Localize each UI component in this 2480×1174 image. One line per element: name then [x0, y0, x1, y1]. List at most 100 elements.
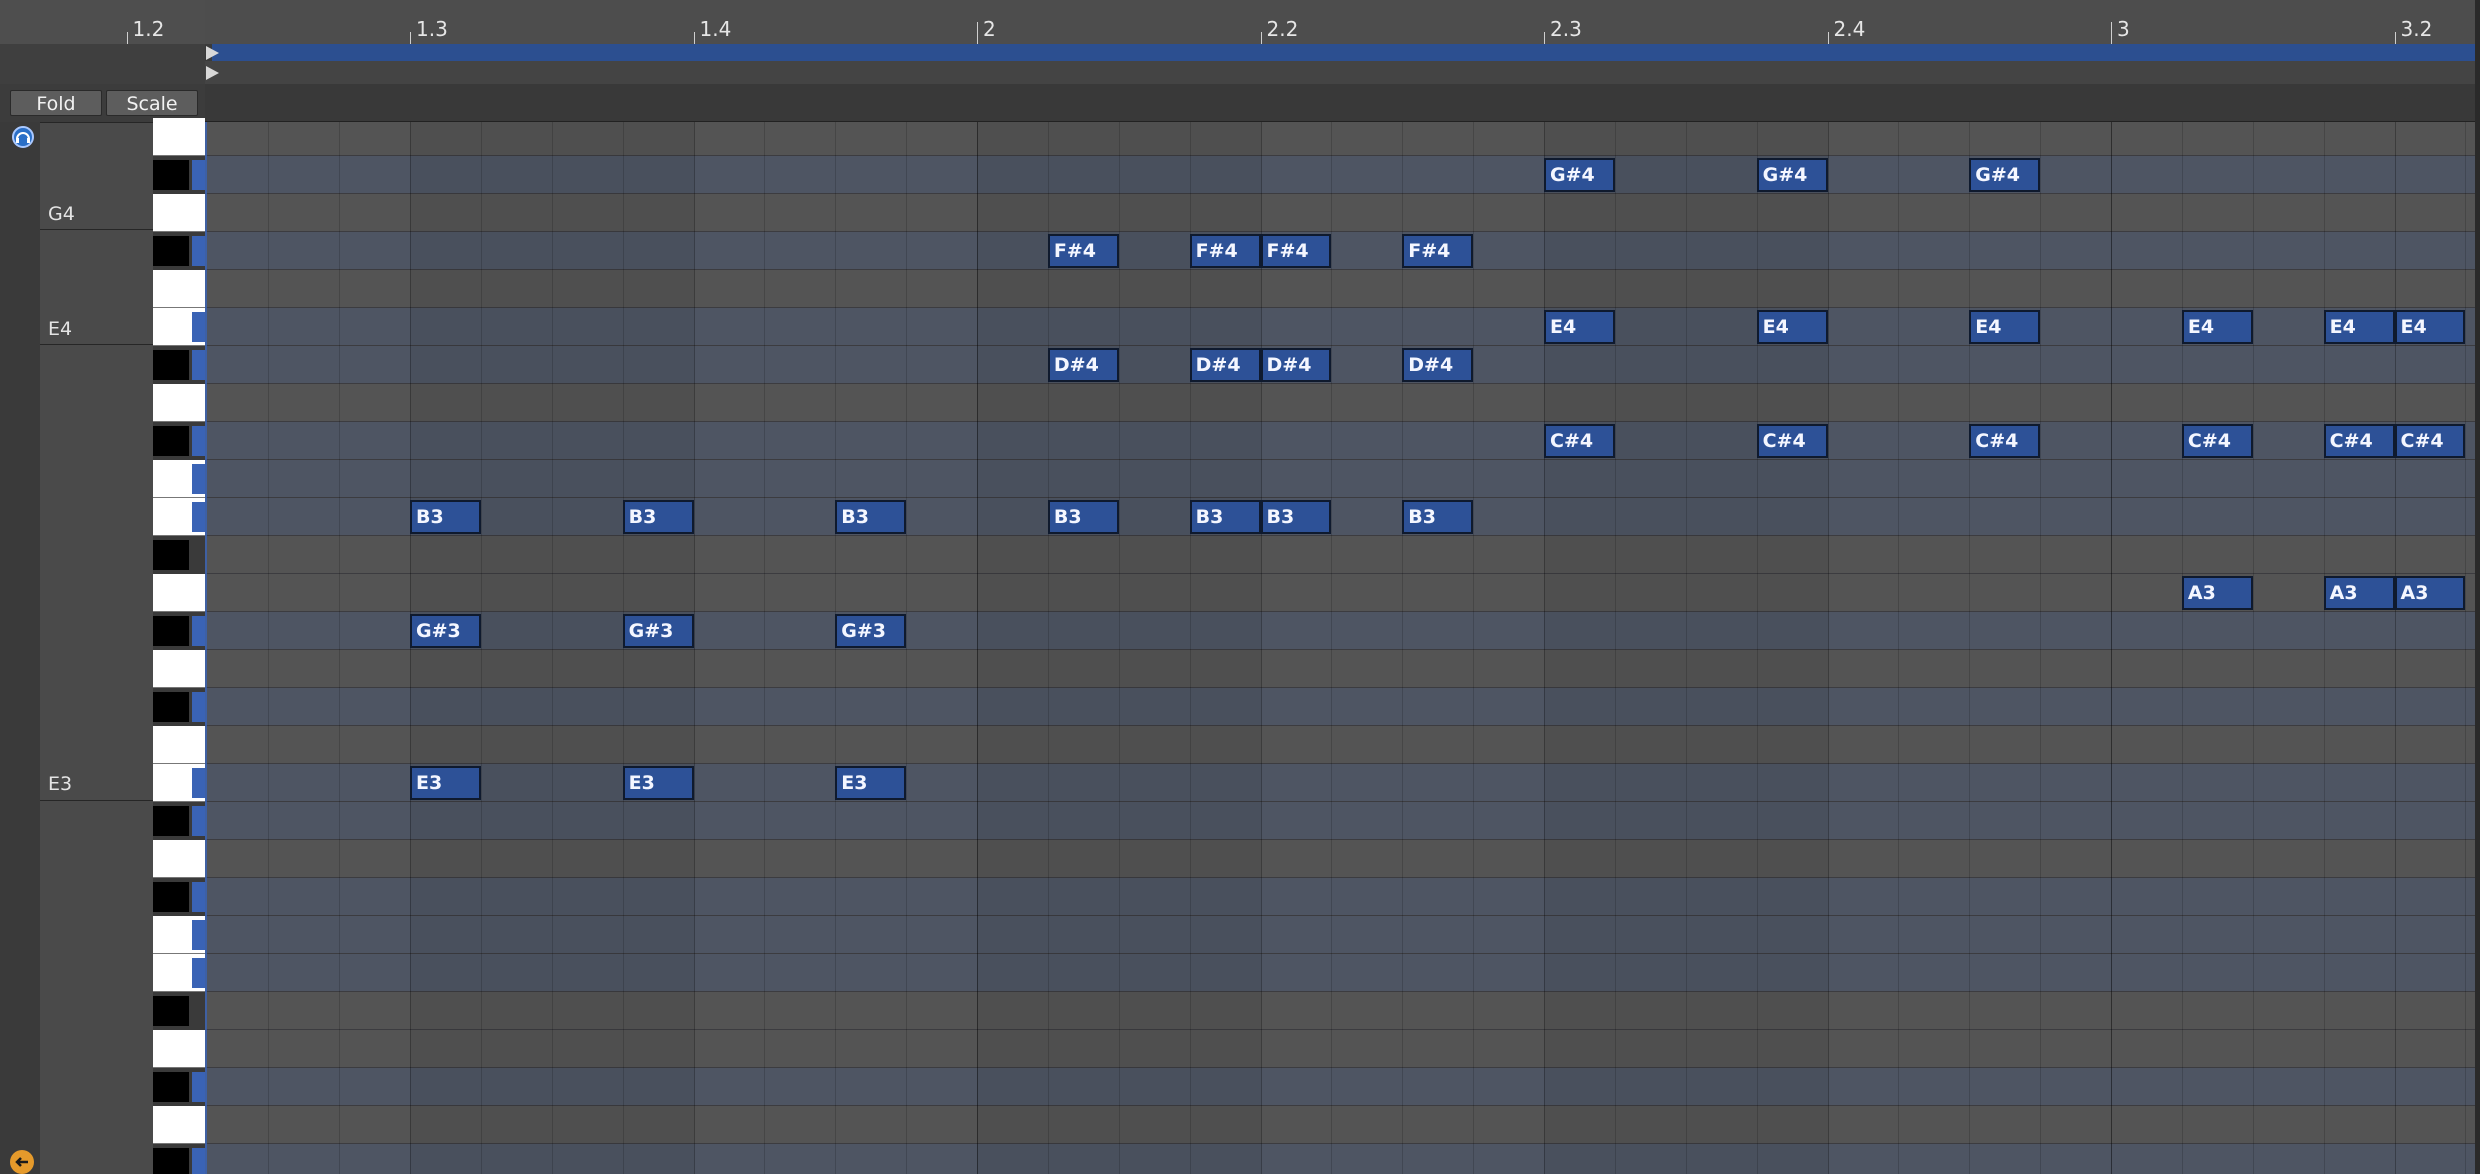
beat-ruler[interactable]: 11.21.31.422.22.32.433.23.33.444.24.34.4 [126, 0, 2475, 44]
midi-note[interactable]: B3 [1189, 500, 1261, 534]
midi-note[interactable]: G#4 [1969, 158, 2041, 192]
octave-label-g4: G4 [48, 203, 75, 225]
black-key[interactable] [153, 236, 189, 266]
octave-label-e4: E4 [48, 318, 73, 340]
white-key[interactable] [153, 650, 205, 688]
scale-key-marker [192, 920, 205, 950]
subdivision-line [1118, 122, 1120, 1174]
scale-key-marker [192, 312, 205, 342]
beat-line [410, 122, 411, 1174]
white-key[interactable] [153, 726, 205, 764]
black-key[interactable] [153, 996, 189, 1026]
midi-note[interactable]: A3 [2323, 576, 2395, 610]
midi-note[interactable]: E4 [1544, 310, 1615, 344]
white-key[interactable] [153, 1030, 205, 1068]
loop-brace[interactable] [212, 44, 2475, 61]
midi-note[interactable]: A3 [2181, 576, 2253, 610]
midi-note[interactable]: E4 [2323, 310, 2395, 344]
fold-button[interactable]: Fold [10, 90, 102, 116]
midi-note[interactable]: C#4 [1756, 424, 1828, 458]
midi-note[interactable]: A3 [2394, 576, 2466, 610]
midi-note[interactable]: G#3 [410, 614, 481, 648]
black-key[interactable] [153, 1072, 189, 1102]
octave-box-e4: E4 [40, 229, 153, 344]
loop-start-marker[interactable] [206, 46, 219, 60]
subdivision-line [1898, 122, 1900, 1174]
midi-note[interactable]: B3 [410, 500, 481, 534]
start-marker[interactable] [206, 66, 219, 80]
start-cursor [205, 122, 207, 1174]
midi-note[interactable]: F#4 [1047, 234, 1119, 268]
midi-note[interactable]: B3 [1047, 500, 1119, 534]
headphones-icon[interactable] [12, 126, 34, 148]
midi-note[interactable]: E4 [2394, 310, 2466, 344]
midi-note[interactable]: G#4 [1544, 158, 1615, 192]
black-key[interactable] [153, 616, 189, 646]
white-key[interactable] [153, 118, 205, 156]
subdivision-line [2465, 122, 2467, 1174]
scale-key-marker [192, 350, 205, 380]
white-key[interactable] [153, 574, 205, 612]
lane-header [205, 84, 2475, 122]
scale-button[interactable]: Scale [106, 90, 198, 116]
midi-note[interactable]: D#4 [1189, 348, 1261, 382]
black-key[interactable] [153, 1148, 189, 1174]
subdivision-line [2323, 122, 2325, 1174]
midi-note[interactable]: C#4 [2394, 424, 2466, 458]
white-key[interactable] [153, 1106, 205, 1144]
midi-note[interactable]: E4 [1969, 310, 2041, 344]
subdivision-line [764, 122, 766, 1174]
midi-note[interactable]: B3 [622, 500, 694, 534]
midi-note[interactable]: G#3 [622, 614, 694, 648]
scale-key-marker [192, 160, 205, 190]
side-column [0, 122, 40, 1174]
midi-note[interactable]: B3 [835, 500, 907, 534]
subdivision-line [1756, 122, 1758, 1174]
subdivision-line [1614, 122, 1616, 1174]
white-key[interactable] [153, 840, 205, 878]
black-key[interactable] [153, 160, 189, 190]
midi-note[interactable]: F#4 [1260, 234, 1332, 268]
marker-lane[interactable] [205, 61, 2475, 84]
piano-roll-editor: Fold Scale 11.21.31.422.22.32.433.23.33.… [0, 0, 2480, 1174]
midi-note[interactable]: C#4 [1544, 424, 1615, 458]
midi-note[interactable]: F#4 [1189, 234, 1261, 268]
beat-line [1260, 122, 1262, 1174]
ruler-tick [126, 32, 128, 44]
subdivision-line [551, 122, 553, 1174]
subdivision-line [2252, 122, 2254, 1174]
white-key[interactable] [153, 270, 205, 308]
midi-note[interactable]: C#4 [2181, 424, 2253, 458]
vertical-scrollbar[interactable] [2475, 0, 2480, 1174]
midi-note[interactable]: G#3 [835, 614, 907, 648]
black-key[interactable] [153, 882, 189, 912]
midi-note[interactable]: C#4 [1969, 424, 2041, 458]
black-key[interactable] [153, 806, 189, 836]
midi-note[interactable]: G#4 [1756, 158, 1828, 192]
subdivision-line [1331, 122, 1333, 1174]
midi-note[interactable]: C#4 [2323, 424, 2395, 458]
white-key[interactable] [153, 384, 205, 422]
black-key[interactable] [153, 350, 189, 380]
midi-note[interactable]: E4 [1756, 310, 1828, 344]
midi-note[interactable]: D#4 [1260, 348, 1332, 382]
midi-note[interactable]: D#4 [1047, 348, 1119, 382]
note-grid[interactable]: G#4G#4G#4F#4F#4F#4F#4E4E4E4E4E4E4E4D#4D#… [205, 122, 2475, 1174]
white-key[interactable] [153, 194, 205, 232]
black-key[interactable] [153, 692, 189, 722]
scale-key-marker [192, 1148, 205, 1174]
midi-note[interactable]: D#4 [1402, 348, 1474, 382]
beat-line [1544, 122, 1545, 1174]
black-key[interactable] [153, 540, 189, 570]
scale-key-marker [192, 502, 205, 532]
midi-note[interactable]: E3 [410, 766, 481, 800]
ruler-label: 3.2 [2400, 17, 2433, 41]
midi-note[interactable]: B3 [1402, 500, 1474, 534]
midi-note[interactable]: F#4 [1402, 234, 1474, 268]
midi-note[interactable]: E4 [2181, 310, 2253, 344]
midi-note[interactable]: E3 [622, 766, 694, 800]
midi-note[interactable]: E3 [835, 766, 907, 800]
black-key[interactable] [153, 426, 189, 456]
midi-note[interactable]: B3 [1260, 500, 1332, 534]
arrow-left-icon[interactable] [10, 1150, 34, 1174]
